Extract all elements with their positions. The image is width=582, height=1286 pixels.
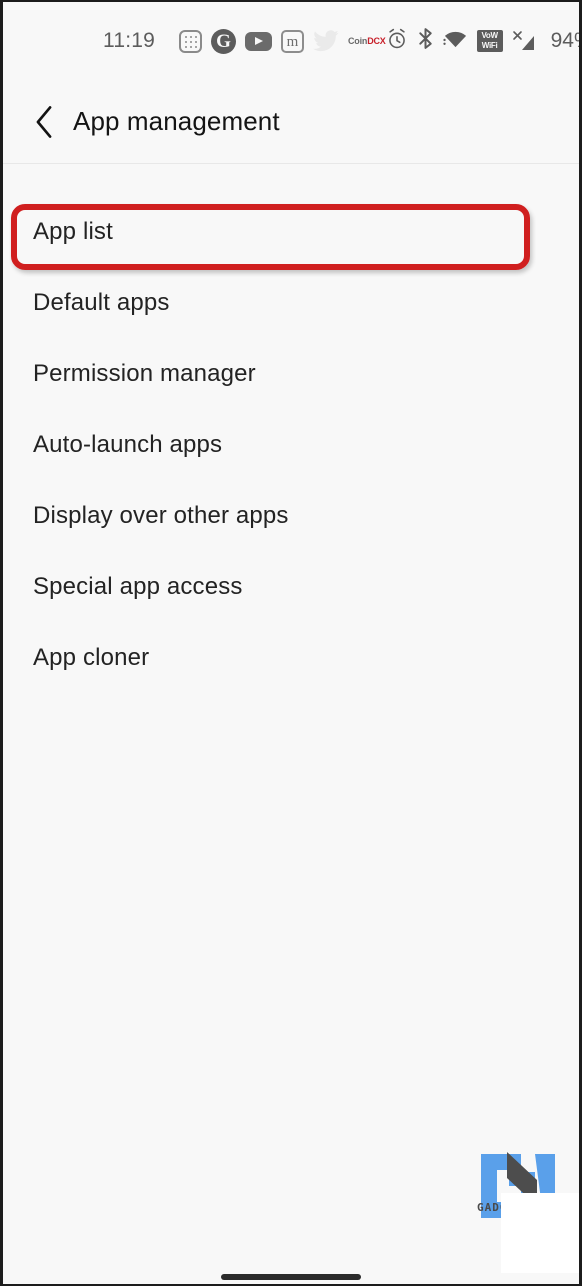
list-item-label: App list bbox=[33, 217, 113, 245]
wifi-icon bbox=[442, 28, 468, 55]
list-item-auto-launch-apps[interactable]: Auto-launch apps bbox=[3, 409, 579, 480]
battery-percent-label: 94% bbox=[550, 29, 579, 52]
twitter-icon bbox=[313, 30, 339, 52]
back-button[interactable] bbox=[21, 99, 67, 145]
keypad-icon bbox=[179, 29, 202, 53]
phone-screen: 11:19 G m CoinDCX VoW WiFi 94 App manage… bbox=[0, 0, 582, 1286]
status-bar-notification-icons: G m CoinDCX bbox=[179, 28, 386, 54]
alarm-icon bbox=[386, 28, 408, 55]
status-bar-clock: 11:19 bbox=[103, 29, 155, 52]
page-header: App management bbox=[3, 80, 579, 164]
white-overlay-patch bbox=[501, 1193, 579, 1273]
chevron-left-icon bbox=[36, 105, 52, 138]
m-app-icon: m bbox=[281, 29, 304, 53]
list-item-label: App cloner bbox=[33, 643, 150, 671]
page-title: App management bbox=[73, 106, 280, 136]
list-item-label: Auto-launch apps bbox=[33, 430, 223, 458]
vowifi-icon: VoW WiFi bbox=[476, 30, 503, 52]
home-gesture-bar[interactable] bbox=[221, 1274, 361, 1280]
status-bar-system-icons: VoW WiFi 94% bbox=[386, 27, 579, 56]
list-item-label: Permission manager bbox=[33, 359, 256, 387]
list-item-label: Default apps bbox=[33, 288, 170, 316]
settings-list: App list Default apps Permission manager… bbox=[3, 165, 579, 1284]
list-item-special-app-access[interactable]: Special app access bbox=[3, 551, 579, 622]
list-item-label: Display over other apps bbox=[33, 501, 289, 529]
list-item-app-cloner[interactable]: App cloner bbox=[3, 622, 579, 693]
bluetooth-icon bbox=[417, 27, 434, 55]
list-item-app-list[interactable]: App list bbox=[3, 196, 579, 267]
status-bar: 11:19 G m CoinDCX VoW WiFi 94 bbox=[3, 2, 579, 80]
vowifi-line2: WiFi bbox=[481, 41, 498, 50]
cellular-signal-icon bbox=[512, 30, 538, 52]
list-item-label: Special app access bbox=[33, 572, 243, 600]
list-item-display-over-other-apps[interactable]: Display over other apps bbox=[3, 480, 579, 551]
coindcx-icon: CoinDCX bbox=[348, 36, 386, 46]
youtube-icon bbox=[245, 31, 272, 51]
list-item-permission-manager[interactable]: Permission manager bbox=[3, 338, 579, 409]
google-icon: G bbox=[211, 28, 236, 54]
vowifi-line1: VoW bbox=[481, 31, 498, 40]
list-item-default-apps[interactable]: Default apps bbox=[3, 267, 579, 338]
